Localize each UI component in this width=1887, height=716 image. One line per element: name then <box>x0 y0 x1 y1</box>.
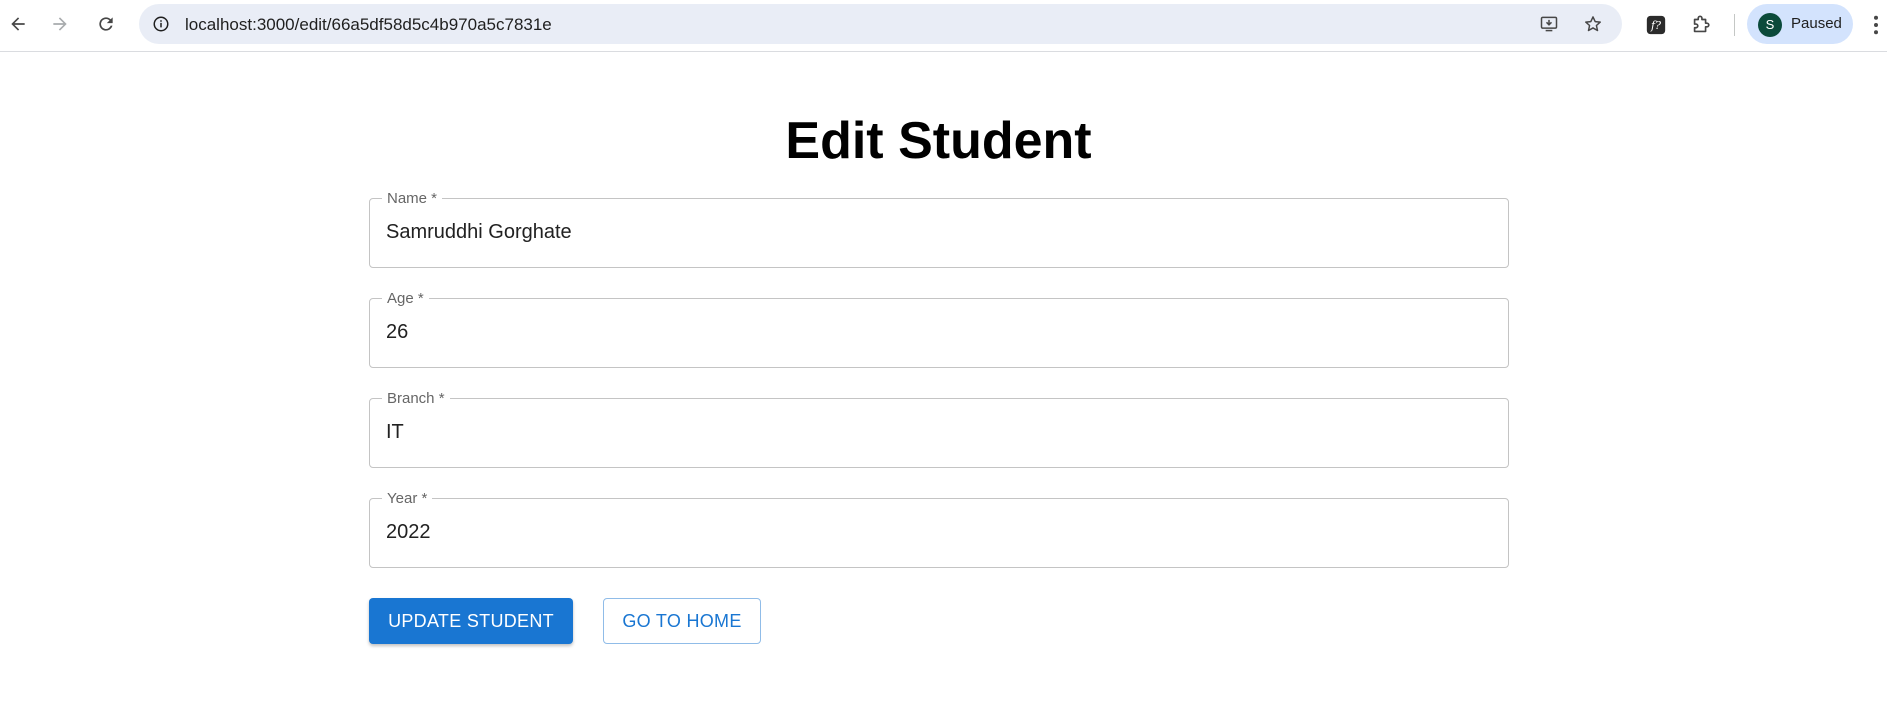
toolbar-divider <box>1734 14 1735 36</box>
profile-status: Paused <box>1791 15 1842 32</box>
profile-button[interactable]: S Paused <box>1747 4 1853 44</box>
name-field-label: Name * <box>382 190 443 207</box>
reload-button[interactable] <box>90 8 122 40</box>
name-field[interactable]: Name * <box>369 190 1509 268</box>
year-field-label: Year * <box>382 490 433 507</box>
back-button[interactable] <box>2 8 34 40</box>
reload-icon <box>99 17 113 31</box>
branch-field-label: Branch * <box>382 390 450 407</box>
bookmark-star-icon[interactable] <box>1581 12 1605 36</box>
arrow-left-icon <box>11 17 25 31</box>
svg-text:f?: f? <box>1650 19 1661 32</box>
arrow-right-icon <box>53 17 67 31</box>
install-app-icon[interactable] <box>1537 12 1561 36</box>
go-to-home-button[interactable]: GO TO HOME <box>603 598 761 644</box>
browser-toolbar: localhost:3000/edit/66a5df58d5c4b970a5c7… <box>0 0 1887 52</box>
more-vert-icon <box>1874 15 1878 35</box>
branch-input[interactable] <box>386 421 1486 444</box>
year-field[interactable]: Year * <box>369 490 1509 568</box>
page-title: Edit Student <box>785 112 1092 170</box>
url-text[interactable]: localhost:3000/edit/66a5df58d5c4b970a5c7… <box>185 15 552 35</box>
formula-extension-icon[interactable]: f? <box>1643 12 1669 38</box>
avatar: S <box>1758 13 1782 37</box>
forward-button[interactable] <box>44 8 76 40</box>
age-input[interactable] <box>386 321 1486 344</box>
name-input[interactable] <box>386 221 1486 244</box>
age-field[interactable]: Age * <box>369 290 1509 368</box>
browser-menu-button[interactable] <box>1868 12 1884 38</box>
update-student-button[interactable]: UPDATE STUDENT <box>369 598 573 644</box>
site-info-icon[interactable] <box>149 12 173 36</box>
address-bar[interactable]: localhost:3000/edit/66a5df58d5c4b970a5c7… <box>139 4 1622 44</box>
branch-field[interactable]: Branch * <box>369 390 1509 468</box>
extensions-puzzle-icon[interactable] <box>1688 12 1714 38</box>
age-field-label: Age * <box>382 290 429 307</box>
year-input[interactable] <box>386 521 1486 544</box>
